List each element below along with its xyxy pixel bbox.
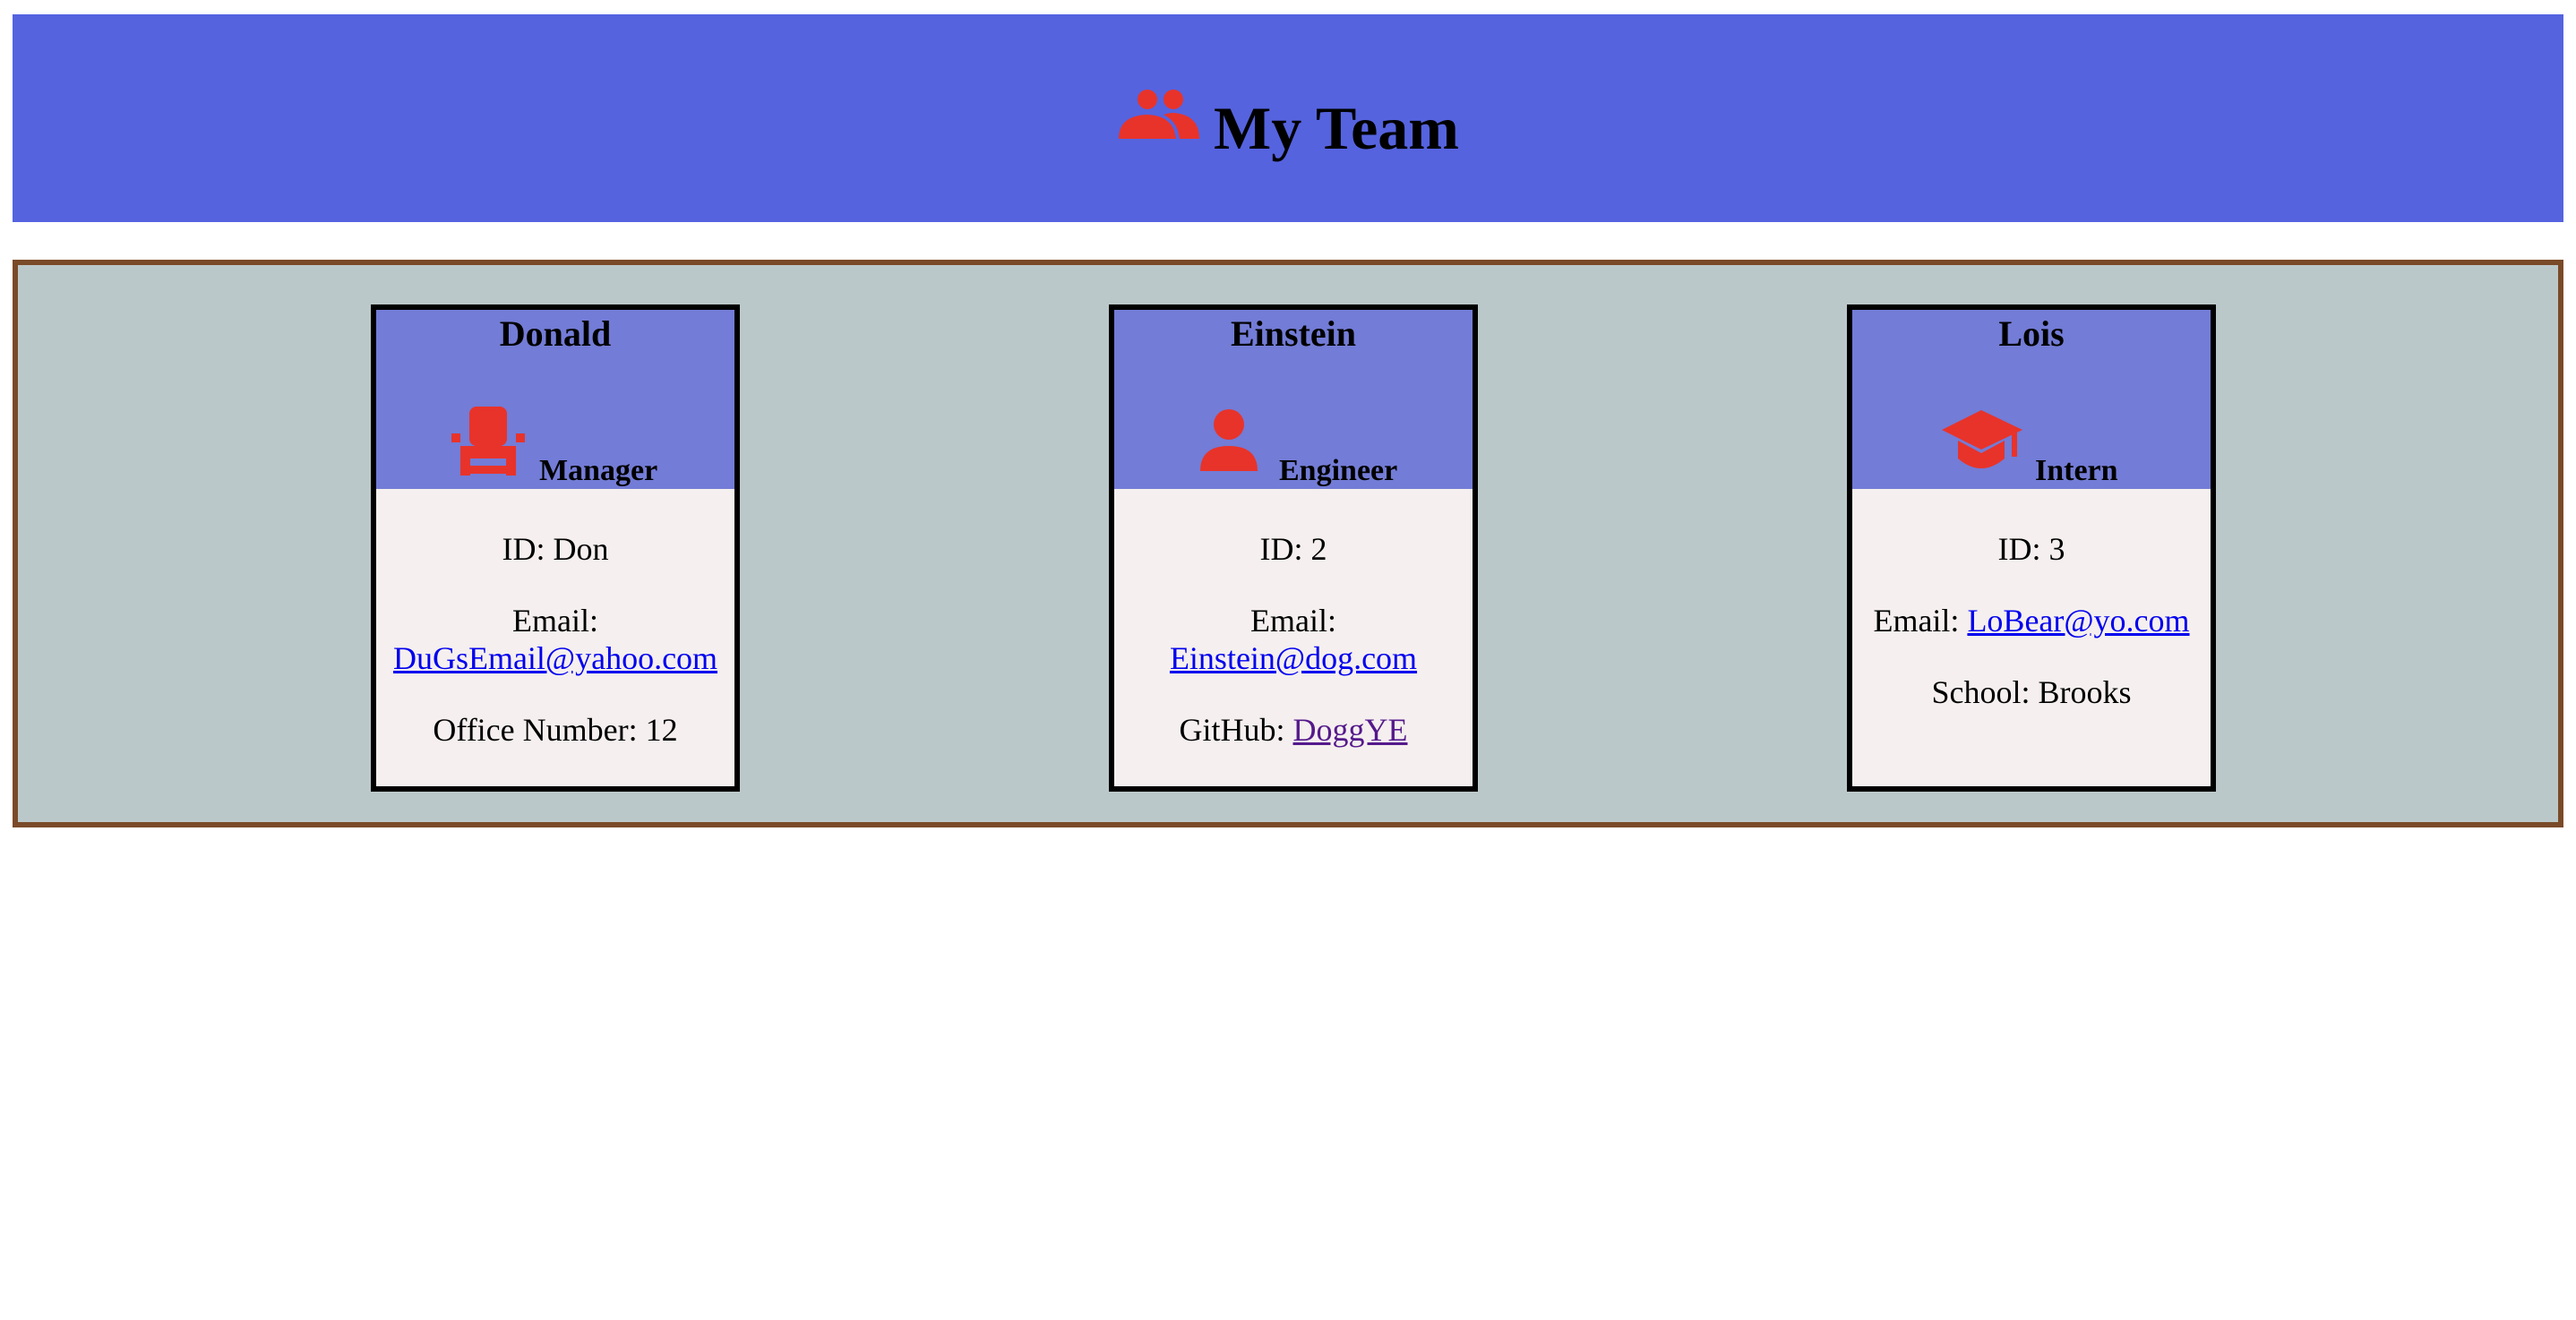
user-icon: [1200, 409, 1258, 471]
team-icon: [1119, 90, 1200, 139]
header-title-group: My Team: [1117, 87, 1459, 159]
employee-id: ID: 3: [1997, 531, 2065, 567]
card-body: ID: 2 Email: Einstein@dog.com GitHub: Do…: [1114, 489, 1473, 749]
role-label: Intern: [2035, 453, 2118, 487]
employee-card-intern: Lois Intern ID: 3 Email: LoBear@yo.com S…: [1847, 304, 2216, 792]
email-link[interactable]: DuGsEmail@yahoo.com: [393, 640, 717, 676]
card-header: Einstein Engineer: [1114, 310, 1473, 489]
card-header: Donald Manager: [376, 310, 734, 489]
employee-id: ID: Don: [502, 531, 609, 567]
employee-email-row: Email: DuGsEmail@yahoo.com: [389, 602, 722, 677]
email-link[interactable]: LoBear@yo.com: [1967, 603, 2189, 639]
employee-card-manager: Donald Manager ID: Don Email: DuGsEmail@…: [371, 304, 740, 792]
employee-name: Einstein: [1230, 313, 1357, 354]
card-body: ID: Don Email: DuGsEmail@yahoo.com Offic…: [376, 489, 734, 749]
employee-email-row: Email: Einstein@dog.com: [1127, 602, 1460, 677]
employee-name: Donald: [499, 313, 612, 354]
page-title: My Team: [1214, 94, 1459, 162]
card-header: Lois Intern: [1852, 310, 2211, 489]
card-body: ID: 3 Email: LoBear@yo.com School: Brook…: [1852, 489, 2211, 711]
employee-card-engineer: Einstein Engineer ID: 2 Email: Einstein@…: [1109, 304, 1478, 792]
email-label: Email:: [1250, 603, 1336, 639]
github-row: GitHub: DoggYE: [1127, 711, 1460, 749]
role-label: Engineer: [1279, 453, 1398, 487]
page-header: My Team: [13, 14, 2563, 222]
employee-email-row: Email: LoBear@yo.com: [1865, 602, 2198, 639]
team-container: Donald Manager ID: Don Email: DuGsEmail@…: [13, 260, 2563, 827]
graduation-cap-icon: [1942, 410, 2022, 468]
email-label: Email:: [1873, 603, 1960, 639]
employee-id: ID: 2: [1259, 531, 1327, 567]
employee-name: Lois: [1998, 313, 2065, 354]
role-label: Manager: [539, 453, 658, 487]
school: School: Brooks: [1931, 674, 2132, 710]
office-number: Office Number: 12: [433, 712, 678, 748]
email-label: Email:: [512, 603, 598, 639]
email-link[interactable]: Einstein@dog.com: [1170, 640, 1417, 676]
github-label: GitHub:: [1179, 712, 1285, 748]
github-link[interactable]: DoggYE: [1293, 712, 1408, 748]
chair-icon: [451, 407, 525, 476]
